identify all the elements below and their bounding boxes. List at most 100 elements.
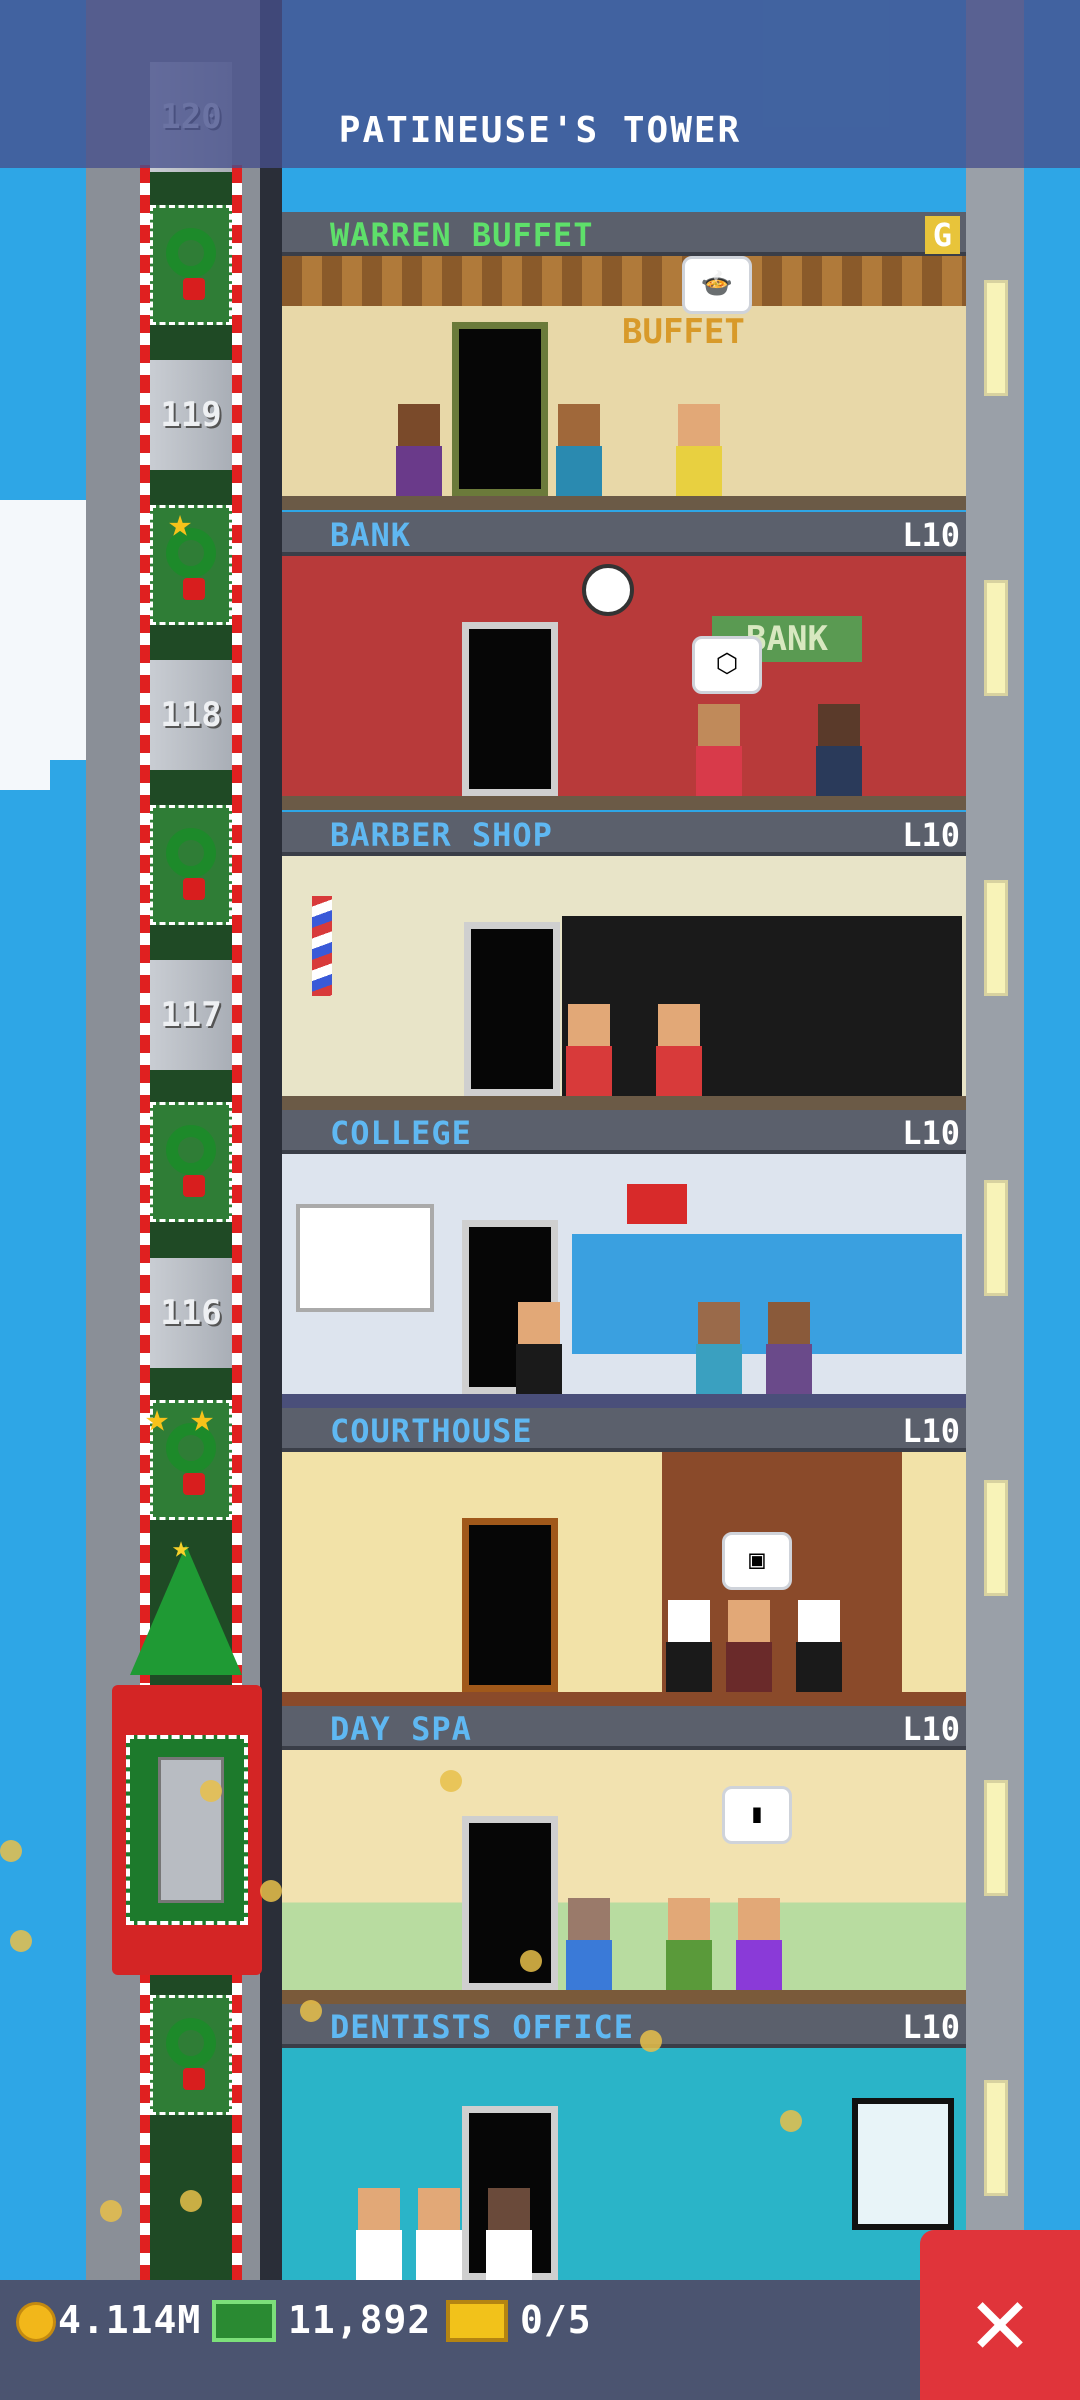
coins-count: 4.114M	[58, 2298, 202, 2342]
floor-bank[interactable]: BANK L10 BANK ⬡	[282, 512, 966, 810]
coin-particle	[520, 1950, 542, 1972]
barber-pole-icon	[312, 896, 332, 996]
bitizen[interactable]	[652, 1004, 706, 1096]
pennant-icon	[627, 1184, 687, 1224]
bitizen[interactable]	[762, 1302, 816, 1394]
floor-level-badge: L10	[902, 516, 960, 554]
bitizen[interactable]	[662, 1898, 716, 1990]
need-bubble[interactable]: ⬡	[692, 636, 762, 694]
bitizen[interactable]	[562, 1898, 616, 1990]
floor-header: WARREN BUFFET G	[282, 212, 966, 256]
coin-icon	[16, 2302, 56, 2342]
room-door	[462, 1816, 558, 1990]
bitizen[interactable]	[692, 1302, 746, 1394]
floor-name: COURTHOUSE	[330, 1412, 533, 1450]
floor-level-badge: L10	[902, 2008, 960, 2046]
bitizen[interactable]	[812, 704, 866, 796]
bitizen[interactable]	[792, 1600, 846, 1692]
close-button[interactable]: ✕	[920, 2230, 1080, 2400]
bitizen[interactable]	[352, 2188, 406, 2280]
whiteboard	[296, 1204, 434, 1312]
room-door	[462, 622, 558, 796]
floor-day-spa[interactable]: DAY SPA L10 ▮	[282, 1706, 966, 2004]
star-icon: ★	[190, 1395, 215, 1441]
room-interior: BANK ⬡	[282, 556, 966, 810]
bitizen[interactable]	[392, 404, 446, 496]
coin-particle	[300, 2000, 322, 2022]
wreath-icon	[150, 1995, 232, 2115]
floor-header: COURTHOUSE L10	[282, 1408, 966, 1452]
bitizen[interactable]	[552, 404, 606, 496]
floor-barber-shop[interactable]: BARBER SHOP L10	[282, 812, 966, 1110]
bitizen[interactable]	[412, 2188, 466, 2280]
coin-particle	[180, 2190, 202, 2212]
floor-level-badge: G	[924, 216, 960, 254]
bitizen[interactable]	[482, 2188, 536, 2280]
need-bubble[interactable]: ▮	[722, 1786, 792, 1844]
star-icon: ★	[168, 500, 193, 546]
floor-level-badge: L10	[902, 816, 960, 854]
star-icon: ★	[145, 1395, 170, 1441]
elevator-doors	[158, 1757, 224, 1903]
bitizen[interactable]	[722, 1600, 776, 1692]
bitizen[interactable]	[672, 404, 726, 496]
bitizen[interactable]	[692, 704, 746, 796]
wreath-icon	[150, 205, 232, 325]
coin-particle	[100, 2200, 122, 2222]
floor-number-plate: 117	[150, 960, 232, 1070]
window	[852, 2098, 954, 2230]
ticket-icon	[446, 2300, 508, 2342]
wreath-icon	[150, 1102, 232, 1222]
bitizen[interactable]	[512, 1302, 566, 1394]
floor-number-plate: 118	[150, 660, 232, 770]
room-sign: BUFFET	[622, 312, 745, 352]
floor-name: BARBER SHOP	[330, 816, 553, 854]
floor-name: BANK	[330, 516, 412, 554]
cloud	[0, 500, 86, 760]
floor-header: DAY SPA L10	[282, 1706, 966, 1750]
room-door	[462, 1518, 558, 1692]
room-interior	[282, 856, 966, 1110]
clock-icon	[582, 564, 634, 616]
star-icon: ★	[172, 1530, 191, 1565]
room-interior: BUFFET 🍲	[282, 256, 966, 510]
floor-header: DENTISTS OFFICE L10	[282, 2004, 966, 2048]
floor-header: COLLEGE L10	[282, 1110, 966, 1154]
need-bubble[interactable]: ▣	[722, 1532, 792, 1590]
coin-particle	[260, 1880, 282, 1902]
need-bubble[interactable]: 🍲	[682, 256, 752, 314]
coin-particle	[0, 1840, 22, 1862]
close-icon: ✕	[971, 2264, 1029, 2376]
floor-number-plate: 119	[150, 360, 232, 470]
wreath-icon	[150, 805, 232, 925]
bitizen[interactable]	[732, 1898, 786, 1990]
floor-level-badge: L10	[902, 1710, 960, 1748]
floor-college[interactable]: COLLEGE L10	[282, 1110, 966, 1408]
coin-particle	[780, 2110, 802, 2132]
bitizen[interactable]	[662, 1600, 716, 1692]
room-door	[452, 322, 548, 496]
shaft-edge	[260, 0, 282, 2280]
floor-level-badge: L10	[902, 1412, 960, 1450]
floor-warren-buffet[interactable]: WARREN BUFFET G BUFFET 🍲	[282, 212, 966, 510]
room-door	[464, 922, 560, 1096]
room-interior	[282, 2048, 966, 2280]
elevator-car[interactable]	[112, 1685, 262, 1975]
bitizen[interactable]	[562, 1004, 616, 1096]
floor-number-plate: 116	[150, 1258, 232, 1368]
floor-courthouse[interactable]: COURTHOUSE L10 ▣	[282, 1408, 966, 1706]
elevator-cab	[126, 1735, 248, 1925]
floor-header: BANK L10	[282, 512, 966, 556]
floor-header: BARBER SHOP L10	[282, 812, 966, 856]
floor-name: DENTISTS OFFICE	[330, 2008, 634, 2046]
bux-count: 11,892	[288, 2298, 432, 2342]
room-interior	[282, 1154, 966, 1408]
tower-wall	[966, 0, 1024, 2280]
coin-particle	[640, 2030, 662, 2052]
coin-particle	[200, 1780, 222, 1802]
coin-particle	[440, 1770, 462, 1792]
floor-name: DAY SPA	[330, 1710, 472, 1748]
tickets-count: 0/5	[520, 2298, 592, 2342]
floor-dentists-office[interactable]: DENTISTS OFFICE L10	[282, 2004, 966, 2280]
room-interior: ▮	[282, 1750, 966, 2004]
